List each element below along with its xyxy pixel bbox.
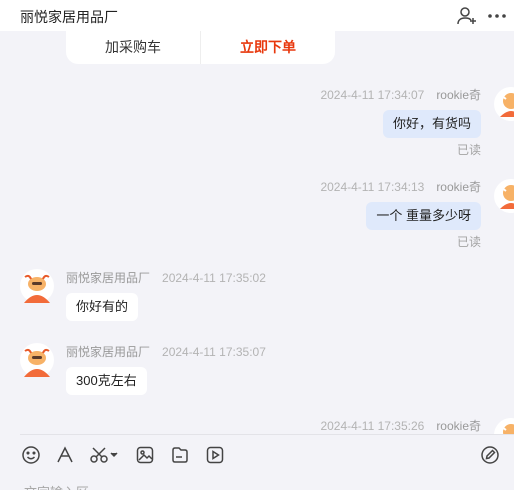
message-input[interactable]: 文字输入区 [24, 482, 89, 490]
image-icon[interactable] [135, 445, 155, 465]
video-icon[interactable] [205, 445, 225, 465]
message-meta: 2024-4-11 17:34:13 rookie奇 [320, 178, 481, 195]
buy-now-button[interactable]: 立即下单 [201, 31, 335, 64]
emoji-icon[interactable] [21, 445, 41, 465]
read-status: 已读 [456, 143, 481, 157]
person-add-icon[interactable] [455, 4, 479, 28]
chat-title: 丽悦家居用品厂 [20, 9, 118, 25]
sender-name: 丽悦家居用品厂 [66, 345, 151, 359]
message-timestamp: 2024-4-11 17:35:02 [162, 271, 266, 285]
message-timestamp: 2024-4-11 17:34:13 [320, 180, 425, 194]
font-icon[interactable] [55, 445, 75, 465]
product-card-actions: 加采购车 立即下单 [66, 31, 335, 64]
input-toolbar: 文字输入区 [0, 435, 514, 490]
message-timestamp: 2024-4-11 17:35:07 [162, 345, 266, 359]
add-to-cart-button[interactable]: 加采购车 [66, 31, 201, 64]
message-bubble[interactable]: 300克左右 [66, 367, 147, 395]
avatar[interactable] [494, 179, 514, 213]
message-meta: 2024-4-11 17:35:26 rookie奇 [320, 417, 481, 434]
avatar[interactable] [20, 269, 54, 303]
more-dots-icon[interactable] [485, 4, 509, 28]
message-bubble[interactable]: 你好有的 [66, 293, 139, 321]
message-meta: 2024-4-11 17:34:07 rookie奇 [320, 86, 481, 103]
message-meta: 丽悦家居用品厂 2024-4-11 17:35:07 [66, 343, 266, 360]
message-timestamp: 2024-4-11 17:35:26 [320, 419, 425, 433]
avatar[interactable] [20, 343, 54, 377]
read-status: 已读 [456, 235, 481, 249]
avatar[interactable] [494, 418, 514, 434]
message-bubble[interactable]: 你好，有货吗 [382, 110, 481, 138]
sender-name: rookie奇 [436, 180, 481, 194]
sender-name: rookie奇 [436, 88, 481, 102]
sender-name: rookie奇 [436, 419, 481, 433]
avatar[interactable] [494, 87, 514, 121]
message-timestamp: 2024-4-11 17:34:07 [320, 88, 425, 102]
message-list[interactable]: 加采购车 立即下单 2024-4-11 17:34:07 rookie奇 你好，有… [0, 31, 514, 434]
file-icon[interactable] [170, 445, 190, 465]
message-meta: 丽悦家居用品厂 2024-4-11 17:35:02 [66, 269, 266, 286]
chat-header: 丽悦家居用品厂 [0, 0, 514, 31]
sender-name: 丽悦家居用品厂 [66, 271, 151, 285]
scissors-icon[interactable] [89, 445, 119, 465]
edit-icon[interactable] [480, 445, 500, 465]
message-bubble[interactable]: 一个 重量多少呀 [366, 202, 481, 230]
